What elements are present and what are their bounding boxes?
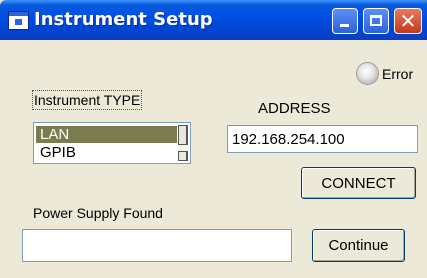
instrument-type-label: Instrument TYPE <box>32 90 143 110</box>
app-icon-dot <box>15 19 22 25</box>
minimize-button[interactable] <box>332 8 358 34</box>
power-supply-found-field[interactable] <box>22 229 292 262</box>
power-supply-found-label: Power Supply Found <box>33 205 163 221</box>
minimize-icon <box>340 24 349 27</box>
instrument-setup-window: Instrument Setup ✕ Error Instrument TYPE… <box>0 0 427 278</box>
app-window-icon[interactable] <box>8 11 29 30</box>
error-indicator-icon <box>357 63 378 84</box>
continue-button[interactable]: Continue <box>312 229 405 262</box>
connect-button[interactable]: CONNECT <box>301 167 416 199</box>
scroll-down-arrow-icon[interactable] <box>178 151 188 161</box>
address-input[interactable] <box>227 125 418 153</box>
title-bar[interactable]: Instrument Setup ✕ <box>0 0 427 40</box>
address-label: ADDRESS <box>258 100 331 117</box>
instrument-type-listbox[interactable]: LAN GPIB <box>33 122 191 164</box>
list-item-lan[interactable]: LAN <box>36 126 177 143</box>
error-label: Error <box>382 66 414 82</box>
scrollbar-thumb[interactable] <box>178 125 188 145</box>
listbox-scrollbar[interactable] <box>178 125 188 161</box>
maximize-button[interactable] <box>363 8 389 34</box>
close-icon: ✕ <box>399 9 417 33</box>
window-title: Instrument Setup <box>34 9 213 30</box>
app-icon-bar <box>9 12 28 16</box>
list-item-gpib[interactable]: GPIB <box>36 144 177 161</box>
close-button[interactable]: ✕ <box>394 8 422 34</box>
maximize-icon <box>370 15 382 26</box>
